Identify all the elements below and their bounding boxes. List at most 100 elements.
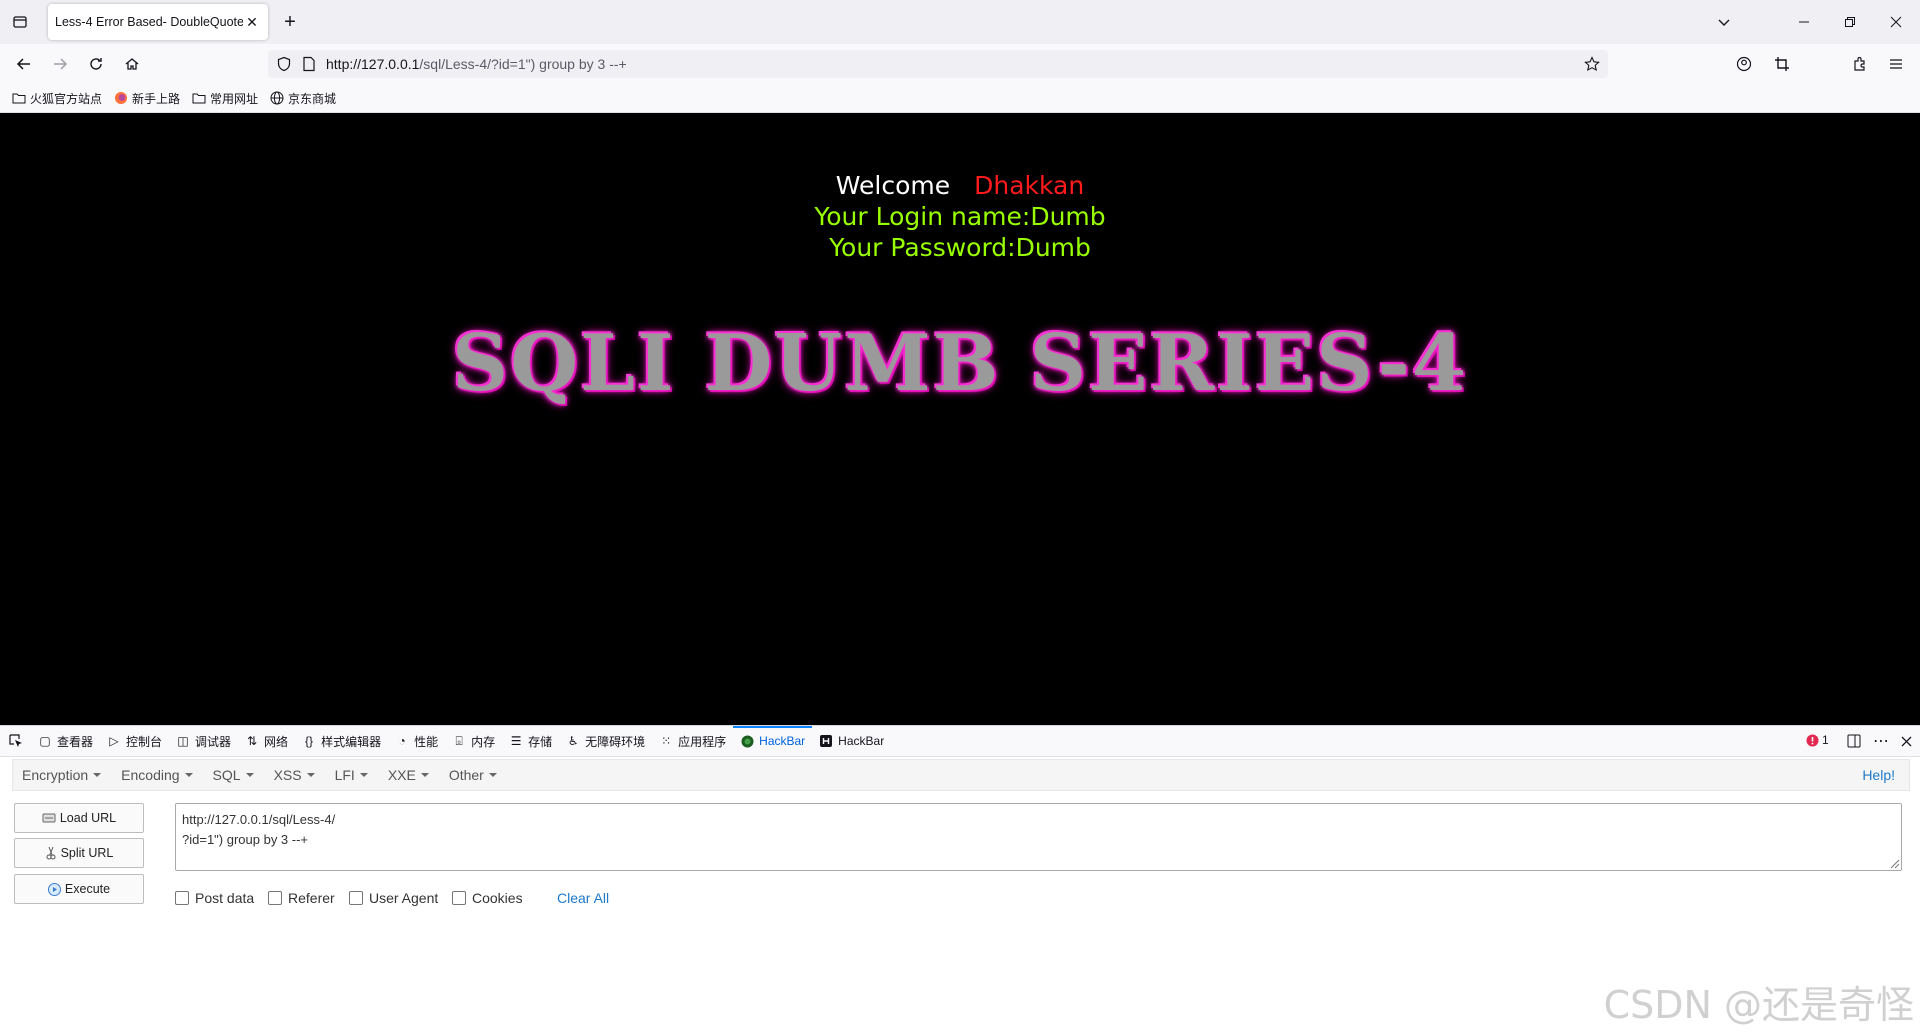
tab-storage[interactable]: ☰ 存储 (502, 726, 559, 756)
tab-console[interactable]: ▷ 控制台 (100, 726, 169, 756)
referer-checkbox[interactable]: Referer (268, 890, 335, 906)
url-text[interactable]: http://127.0.0.1/sql/Less-4/?id=1") grou… (326, 56, 627, 72)
series-banner: SQLI DUMB SERIES-4 (451, 318, 1469, 409)
more-options-icon[interactable]: ⋯ (1871, 731, 1891, 751)
close-window-icon[interactable] (1884, 10, 1908, 34)
menu-icon[interactable] (1884, 52, 1908, 76)
execute-button[interactable]: Execute (14, 874, 144, 904)
button-label: Load URL (59, 811, 117, 825)
devtools-panel: ▢ 查看器 ▷ 控制台 ◫ 调试器 ⇅ 网络 {} 样式编辑器 ◔ 性能 ⌻ 内存 ☰ 存储 ♿… (0, 725, 1920, 1032)
restore-icon[interactable] (1838, 10, 1862, 34)
tab-accessibility[interactable]: ♿ 无障碍环境 (559, 726, 652, 756)
password-text: Your Password:Dumb (829, 233, 1091, 262)
tab-performance[interactable]: ◔ 性能 (388, 726, 445, 756)
bookmark-item[interactable]: 京东商城 (270, 90, 336, 107)
checkbox-box[interactable] (349, 891, 363, 905)
tab-network[interactable]: ⇅ 网络 (238, 726, 295, 756)
menu-other[interactable]: Other (449, 767, 497, 783)
menu-label: XSS (273, 767, 302, 783)
resize-handle-icon[interactable] (1888, 857, 1900, 869)
tab-memory[interactable]: ⌻ 内存 (445, 726, 502, 756)
caret-down-icon (359, 773, 368, 777)
address-bar[interactable]: http://127.0.0.1/sql/Less-4/?id=1") grou… (268, 50, 1608, 78)
memory-icon: ⌻ (455, 733, 463, 748)
hackbar-h-icon (819, 734, 833, 748)
tab-debugger[interactable]: ◫ 调试器 (169, 726, 238, 756)
menu-sql[interactable]: SQL (213, 767, 254, 783)
caret-down-icon (184, 773, 193, 777)
tab-application[interactable]: ⁙ 应用程序 (652, 726, 733, 756)
home-icon[interactable] (120, 52, 144, 76)
menu-label: SQL (212, 767, 241, 783)
firefox-icon (114, 91, 128, 105)
minimize-icon[interactable] (1792, 10, 1816, 34)
close-tab-icon[interactable]: ✕ (243, 14, 261, 31)
account-icon[interactable] (1732, 52, 1756, 76)
bookmark-item[interactable]: 火狐官方站点 (12, 90, 102, 107)
checkbox-box[interactable] (268, 891, 282, 905)
page-icon[interactable] (302, 56, 316, 72)
error-count: 1 (1822, 733, 1829, 747)
tab-inspector[interactable]: ▢ 查看器 (31, 726, 100, 756)
star-icon[interactable] (1584, 56, 1600, 72)
menu-lfi[interactable]: LFI (335, 767, 368, 783)
tab-label: 性能 (414, 734, 439, 749)
clear-all-link[interactable]: Clear All (557, 890, 609, 906)
network-icon: ⇅ (247, 734, 258, 748)
hackbar-green-icon (740, 734, 754, 748)
url-textarea[interactable]: http://127.0.0.1/sql/Less-4/ ?id=1") gro… (175, 803, 1902, 871)
crop-icon[interactable] (1770, 52, 1794, 76)
nav-bar: http://127.0.0.1/sql/Less-4/?id=1") grou… (0, 44, 1920, 84)
split-url-button[interactable]: Split URL (14, 838, 144, 868)
cookies-checkbox[interactable]: Cookies (452, 890, 523, 906)
caret-down-icon (245, 773, 254, 777)
back-icon[interactable] (12, 52, 36, 76)
error-count-badge[interactable]: 1 (1806, 733, 1829, 747)
reload-icon[interactable] (84, 52, 108, 76)
chevron-down-icon[interactable] (1712, 10, 1736, 34)
shield-icon[interactable] (276, 56, 292, 72)
extensions-icon[interactable] (1848, 52, 1872, 76)
tab-label: 存储 (528, 734, 553, 749)
checkbox-box[interactable] (175, 891, 189, 905)
caret-down-icon (306, 773, 315, 777)
tab-hackbar-active[interactable]: HackBar (733, 726, 813, 756)
browser-tab[interactable]: Less-4 Error Based- DoubleQuotes ✕ (48, 4, 268, 40)
tab-label: 无障碍环境 (585, 734, 646, 749)
menu-label: Encoding (121, 767, 180, 783)
dock-icon[interactable] (1844, 731, 1864, 751)
load-url-button[interactable]: Load URL (14, 803, 144, 833)
tab-title: Less-4 Error Based- DoubleQuotes (55, 15, 243, 29)
tab-hackbar[interactable]: HackBar (812, 726, 891, 756)
tab-label: 样式编辑器 (321, 734, 382, 749)
braces-icon: {} (305, 734, 314, 748)
console-icon: ▷ (109, 734, 119, 748)
user-agent-checkbox[interactable]: User Agent (349, 890, 438, 906)
forward-icon[interactable] (48, 52, 72, 76)
menu-xxe[interactable]: XXE (388, 767, 429, 783)
play-icon (47, 882, 61, 896)
checkbox-label: Cookies (472, 890, 523, 906)
welcome-line: Welcome Dhakkan (0, 171, 1920, 200)
tab-label: 控制台 (126, 734, 163, 749)
error-icon (1806, 734, 1819, 747)
post-data-checkbox[interactable]: Post data (175, 890, 254, 906)
checkbox-box[interactable] (452, 891, 466, 905)
tab-list-icon[interactable] (8, 10, 32, 34)
menu-encryption[interactable]: Encryption (22, 767, 102, 783)
menu-label: LFI (334, 767, 355, 783)
new-tab-icon[interactable]: + (278, 10, 302, 34)
tab-style-editor[interactable]: {} 样式编辑器 (295, 726, 388, 756)
button-label: Split URL (60, 846, 114, 860)
help-link[interactable]: Help! (1862, 760, 1895, 790)
bookmark-label: 新手上路 (132, 91, 181, 106)
close-devtools-icon[interactable] (1896, 731, 1916, 751)
tab-label: 调试器 (195, 734, 232, 749)
element-picker-icon[interactable] (0, 726, 31, 756)
url-host: http://127.0.0.1 (326, 56, 420, 72)
bookmark-item[interactable]: 常用网址 (192, 90, 258, 107)
menu-xss[interactable]: XSS (274, 767, 315, 783)
tab-label: HackBar (759, 734, 806, 748)
bookmark-item[interactable]: 新手上路 (114, 90, 180, 107)
menu-encoding[interactable]: Encoding (121, 767, 193, 783)
